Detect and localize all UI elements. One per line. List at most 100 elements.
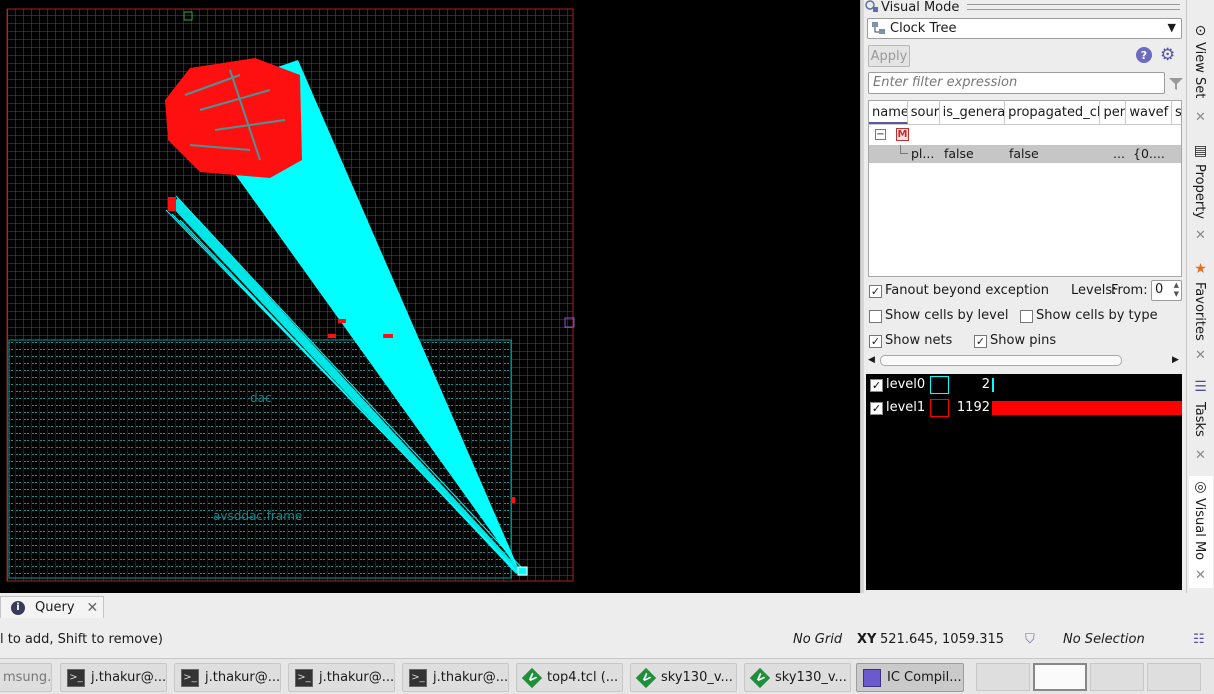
layout-canvas[interactable]: dac avsddac.frame xyxy=(0,0,860,593)
xy-readout: 521.645, 1059.315 xyxy=(880,632,1005,647)
column-header[interactable]: sour xyxy=(908,101,940,124)
taskbar-item-label: j.thakur@... xyxy=(319,670,395,685)
terminal-icon: >_ xyxy=(181,668,199,687)
workspace-3[interactable] xyxy=(1090,663,1144,691)
show-nets-checkbox[interactable]: ✓ xyxy=(869,335,882,348)
tab-property[interactable]: ▤ Property ✕ xyxy=(1189,142,1213,244)
apply-button[interactable]: Apply xyxy=(868,45,910,67)
close-icon[interactable]: ✕ xyxy=(1195,348,1206,363)
column-header[interactable]: wavef xyxy=(1126,101,1173,124)
pin-icon[interactable]: ⛉ xyxy=(1025,632,1035,647)
funnel-icon[interactable] xyxy=(1169,78,1183,90)
scroll-thumb[interactable] xyxy=(880,355,1122,366)
row-period: ... xyxy=(1113,146,1125,161)
column-header[interactable]: name xyxy=(869,101,908,124)
help-icon[interactable]: ? xyxy=(1136,47,1152,63)
taskbar: msung... >_ j.thakur@... >_ j.thakur@...… xyxy=(0,658,1214,694)
workspace-2[interactable] xyxy=(1033,663,1087,691)
gear-icon[interactable]: ⚙ xyxy=(1160,46,1178,64)
level0-checkbox[interactable]: ✓ xyxy=(870,379,883,392)
checklist-icon[interactable]: ☷ xyxy=(1193,632,1205,647)
taskbar-item[interactable]: IC Compil... xyxy=(856,663,964,692)
view-set-icon: ⊙ xyxy=(1194,23,1207,39)
cell-marker xyxy=(328,334,336,338)
column-header[interactable]: per xyxy=(1100,101,1127,124)
tab-query[interactable]: i Query ✕ xyxy=(0,596,104,618)
filter-input[interactable]: Enter filter expression xyxy=(868,72,1165,94)
taskbar-item[interactable]: V sky130_v... xyxy=(744,663,851,692)
table-row[interactable]: − M xyxy=(869,127,1181,145)
clock-source-pin xyxy=(517,566,528,576)
from-level-stepper[interactable]: 0 ▲ ▼ xyxy=(1151,280,1182,301)
workspace-4[interactable] xyxy=(1147,663,1201,691)
selection-status: No Selection xyxy=(1063,632,1145,647)
tree-connector xyxy=(900,145,908,154)
taskbar-item[interactable]: V sky130_v... xyxy=(630,663,737,692)
chevron-down-icon: ▼ xyxy=(1167,21,1176,34)
level1-checkbox[interactable]: ✓ xyxy=(870,402,883,415)
taskbar-item[interactable]: >_ j.thakur@... xyxy=(288,663,395,692)
tab-label: Visual Mo xyxy=(1192,498,1207,561)
visual-mode-select[interactable]: Clock Tree ▼ xyxy=(867,18,1182,39)
tab-tasks[interactable]: ☰ Tasks ✕ xyxy=(1189,378,1213,465)
collapse-icon[interactable]: − xyxy=(875,129,886,140)
cells-by-type-checkbox[interactable] xyxy=(1020,310,1033,323)
taskbar-item-label: sky130_v... xyxy=(775,670,847,685)
taskbar-item[interactable]: V top4.tcl (... xyxy=(516,663,623,692)
tab-label: Tasks xyxy=(1192,402,1207,437)
row-name: pl... xyxy=(911,146,935,161)
stepper-arrows-icon[interactable]: ▲ ▼ xyxy=(1174,281,1179,299)
taskbar-item[interactable]: >_ j.thakur@... xyxy=(174,663,281,692)
taskbar-item[interactable]: >_ j.thakur@... xyxy=(402,663,509,692)
clock-tree-icon xyxy=(872,22,885,34)
terminal-icon: >_ xyxy=(67,668,85,687)
horizontal-scrollbar[interactable]: ◀ ▶ xyxy=(868,353,1182,368)
close-icon[interactable]: ✕ xyxy=(1195,228,1206,243)
close-icon[interactable]: ✕ xyxy=(87,600,99,616)
close-icon[interactable]: ✕ xyxy=(1195,110,1206,125)
taskbar-item[interactable]: >_ j.thakur@... xyxy=(60,663,167,692)
tab-label: Favorites xyxy=(1192,282,1207,341)
level-row[interactable]: ✓ level0 2 xyxy=(866,375,1182,395)
layout-drawing[interactable]: dac avsddac.frame xyxy=(0,0,860,593)
fanout-checkbox[interactable]: ✓ xyxy=(869,285,882,298)
tab-view-set[interactable]: ⊙ View Set ✕ xyxy=(1189,22,1213,126)
visual-mode-panel: Visual Mode Clock Tree ▼ Apply ? ⚙ Enter… xyxy=(864,0,1186,593)
taskbar-item-label: top4.tcl (... xyxy=(547,670,619,685)
table-row[interactable]: pl... false false ... {0.... xyxy=(869,145,1181,163)
row-waveform: {0.... xyxy=(1133,146,1165,161)
level-legend: ✓ level0 2 ✓ level1 1192 xyxy=(866,374,1182,590)
property-icon: ▤ xyxy=(1193,143,1208,159)
column-header[interactable]: s xyxy=(1172,101,1181,124)
grid-status: No Grid xyxy=(793,632,843,647)
panel-titlebar[interactable]: Visual Mode xyxy=(864,0,1186,15)
taskbar-item-label: j.thakur@... xyxy=(91,670,167,685)
show-pins-checkbox[interactable]: ✓ xyxy=(974,335,987,348)
level-row[interactable]: ✓ level1 1192 xyxy=(866,398,1182,418)
ic-compiler-icon xyxy=(863,668,881,687)
tab-visual-mode[interactable]: ◎ Visual Mo ✕ xyxy=(1189,476,1213,588)
level1-color-swatch[interactable] xyxy=(930,399,949,417)
table-header: name sour is_genera propagated_cl per wa… xyxy=(869,101,1181,125)
cell-marker xyxy=(168,197,176,211)
workspace-1[interactable] xyxy=(976,663,1030,691)
drag-handle[interactable] xyxy=(967,4,1180,10)
scroll-right-icon[interactable]: ▶ xyxy=(1172,353,1179,368)
level0-color-swatch[interactable] xyxy=(930,376,949,394)
avsddac-frame-label: avsddac.frame xyxy=(213,509,302,523)
clock-tree-table[interactable]: name sour is_genera propagated_cl per wa… xyxy=(868,100,1182,277)
module-badge: M xyxy=(896,128,909,141)
column-header[interactable]: is_genera xyxy=(940,101,1006,124)
level1-name: level1 xyxy=(886,400,926,415)
tab-favorites[interactable]: ★ Favorites ✕ xyxy=(1189,260,1213,364)
column-header[interactable]: propagated_cl xyxy=(1005,101,1101,124)
cell-marker xyxy=(511,497,515,503)
show-nets-label: Show nets xyxy=(885,333,953,348)
scroll-left-icon[interactable]: ◀ xyxy=(868,353,875,368)
cells-by-level-checkbox[interactable] xyxy=(869,310,882,323)
close-icon[interactable]: ✕ xyxy=(1195,568,1206,583)
close-icon[interactable]: ✕ xyxy=(1195,448,1206,463)
level0-bar xyxy=(992,378,994,392)
from-level-value: 0 xyxy=(1155,282,1164,297)
taskbar-item[interactable]: msung... xyxy=(0,663,52,692)
